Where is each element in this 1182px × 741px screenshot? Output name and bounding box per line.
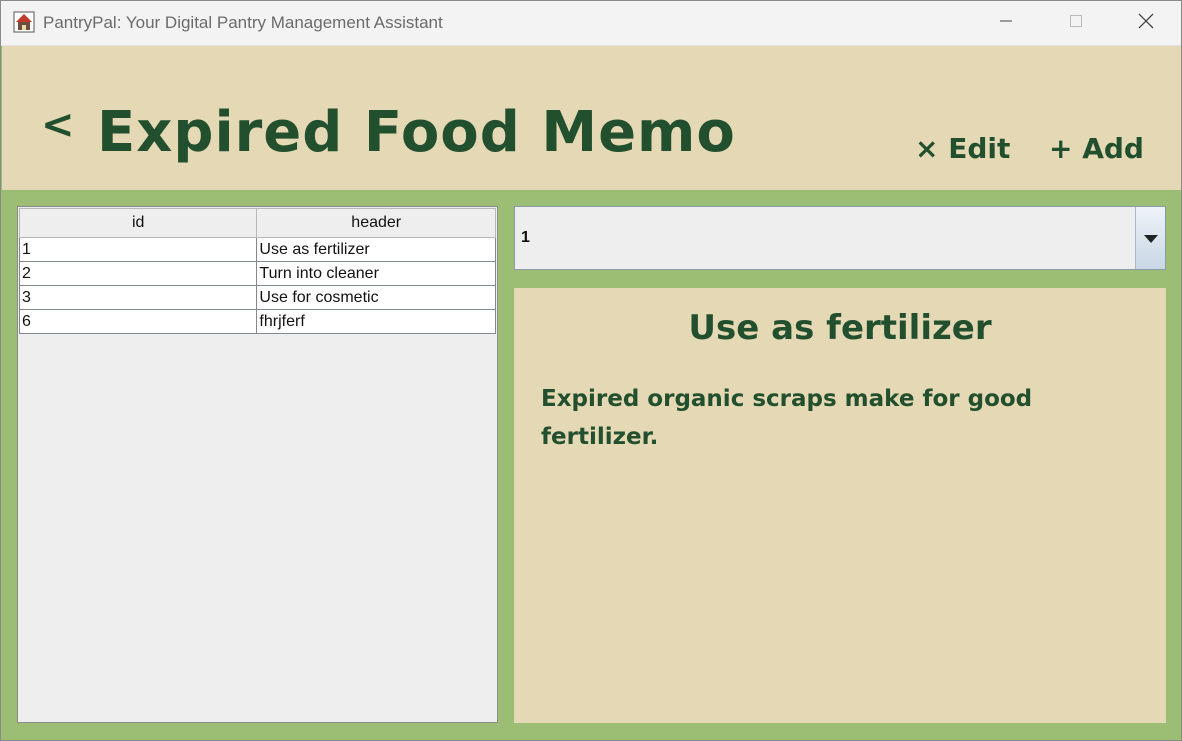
column-header-header[interactable]: header — [256, 208, 496, 238]
table-row[interactable]: 2 Turn into cleaner — [18, 261, 496, 286]
dropdown-arrow-button[interactable] — [1135, 207, 1165, 269]
memo-detail-panel: Use as fertilizer Expired organic scraps… — [514, 288, 1166, 723]
app-icon — [13, 11, 35, 33]
memo-detail-body: Expired organic scraps make for good fer… — [541, 386, 1033, 450]
memo-id-dropdown[interactable]: 1 — [514, 206, 1166, 270]
minimize-button[interactable] — [971, 1, 1041, 45]
cell-header[interactable]: Use as fertilizer — [256, 237, 496, 262]
memo-table: id header 1 Use as fertilizer 2 Turn int… — [18, 208, 496, 334]
edit-button[interactable]: × Edit — [915, 129, 1010, 169]
memo-table-panel: id header 1 Use as fertilizer 2 Turn int… — [17, 206, 498, 723]
app-window: PantryPal: Your Digital Pantry Managemen… — [0, 0, 1182, 741]
cell-header[interactable]: fhrjferf — [256, 309, 496, 334]
dropdown-selected-value: 1 — [521, 229, 530, 246]
back-button[interactable]: < — [41, 105, 75, 145]
memo-detail-title: Use as fertilizer — [688, 308, 992, 348]
close-button[interactable] — [1111, 1, 1181, 45]
cell-id[interactable]: 2 — [18, 261, 258, 286]
window-title: PantryPal: Your Digital Pantry Managemen… — [43, 13, 443, 32]
title-bar: PantryPal: Your Digital Pantry Managemen… — [1, 1, 1181, 46]
table-row[interactable]: 6 fhrjferf — [18, 309, 496, 334]
minimize-icon — [998, 13, 1014, 33]
table-row[interactable]: 3 Use for cosmetic — [18, 285, 496, 310]
cell-header[interactable]: Use for cosmetic — [256, 285, 496, 310]
close-icon — [1137, 12, 1155, 34]
cell-id[interactable]: 1 — [18, 237, 258, 262]
cell-id[interactable]: 3 — [18, 285, 258, 310]
column-header-id[interactable]: id — [18, 208, 258, 238]
table-row[interactable]: 1 Use as fertilizer — [18, 237, 496, 262]
table-header-row: id header — [18, 208, 496, 238]
add-button[interactable]: + Add — [1049, 129, 1144, 169]
cell-id[interactable]: 6 — [18, 309, 258, 334]
chevron-down-icon — [1143, 229, 1159, 248]
cell-header[interactable]: Turn into cleaner — [256, 261, 496, 286]
page-title: Expired Food Memo — [97, 100, 736, 165]
maximize-icon — [1068, 13, 1084, 33]
maximize-button[interactable] — [1041, 1, 1111, 45]
